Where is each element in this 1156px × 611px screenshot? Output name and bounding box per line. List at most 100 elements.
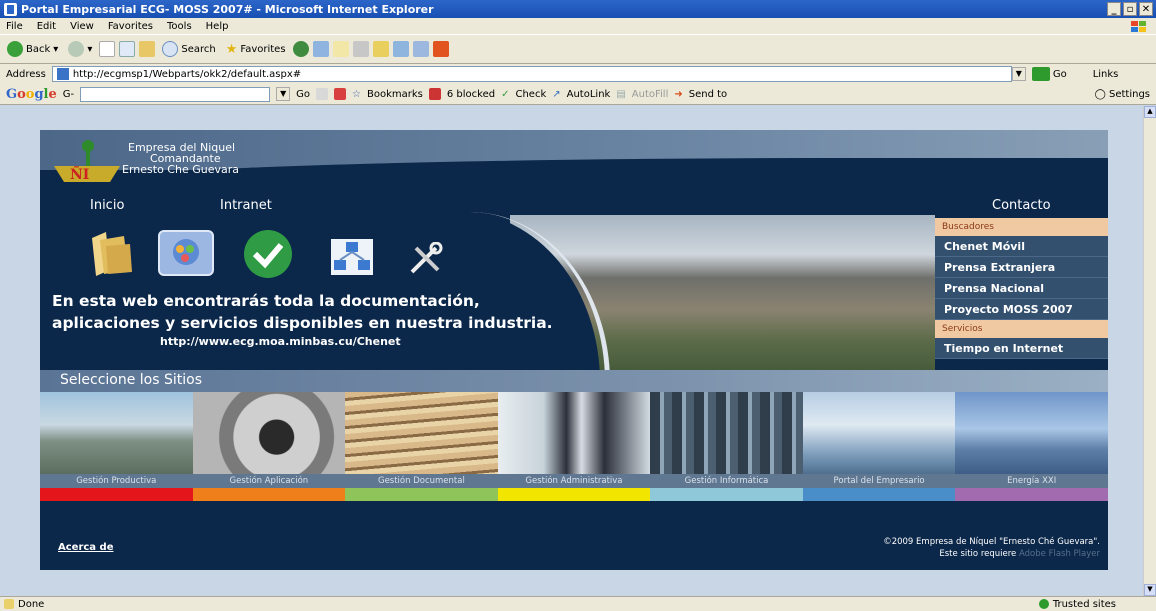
print-icon[interactable] xyxy=(352,41,369,57)
popup-blocker-icon xyxy=(428,88,441,100)
close-button[interactable]: ✕ xyxy=(1139,2,1153,16)
go-button[interactable]: Go xyxy=(1031,67,1067,81)
energy-image xyxy=(955,392,1108,474)
safe-dial-image xyxy=(192,392,346,474)
forward-arrow-icon xyxy=(68,41,85,57)
address-url: http://ecgmsp1/Webparts/okk2/default.asp… xyxy=(72,68,302,80)
server-room-image xyxy=(650,392,803,474)
tile-gestion-informatica[interactable]: Gestión Informática xyxy=(650,392,803,502)
autofill-button[interactable]: AutoFill xyxy=(632,89,669,100)
menu-file[interactable]: File xyxy=(6,21,23,32)
menu-help[interactable]: Help xyxy=(206,21,229,32)
logo-line-3: Ernesto Che Guevara xyxy=(122,163,239,176)
company-logo: ÑI xyxy=(54,140,120,183)
logo-text: Empresa del Niquel Comandante Ernesto Ch… xyxy=(122,142,239,175)
windows-logo-icon xyxy=(1131,21,1146,32)
hero-message: En esta web encontrarás toda la document… xyxy=(52,290,553,334)
page-icon xyxy=(56,68,69,80)
hero-url[interactable]: http://www.ecg.moa.minbas.cu/Chenet xyxy=(160,335,401,348)
minimize-button[interactable]: _ xyxy=(1107,2,1121,16)
scroll-up-button[interactable]: ▲ xyxy=(1144,106,1156,118)
tile-color-strip xyxy=(955,488,1108,501)
google-go-button[interactable]: Go xyxy=(296,89,310,100)
folder-icon[interactable] xyxy=(86,230,136,278)
side-item-chenet-movil[interactable]: Chenet Móvil xyxy=(935,236,1108,257)
google-search-dropdown[interactable]: ▼ xyxy=(276,87,291,101)
about-link[interactable]: Acerca de xyxy=(58,542,113,553)
research-icon[interactable] xyxy=(412,41,429,57)
tile-gestion-productiva[interactable]: Gestión Productiva xyxy=(40,392,193,502)
mail-icon[interactable] xyxy=(332,41,349,57)
menu-view[interactable]: View xyxy=(70,21,94,32)
tile-color-strip xyxy=(40,488,193,501)
pagerank-icon xyxy=(316,88,329,100)
tile-color-strip xyxy=(650,488,803,501)
address-dropdown[interactable]: ▼ xyxy=(1011,67,1026,81)
check-button[interactable]: Check xyxy=(515,89,546,100)
users-icon[interactable] xyxy=(158,230,214,276)
nav-inicio[interactable]: Inicio xyxy=(90,198,124,213)
media-icon[interactable] xyxy=(292,41,309,57)
done-page-icon xyxy=(4,599,14,609)
checkmark-icon[interactable] xyxy=(240,228,296,280)
side-item-tiempo-internet[interactable]: Tiempo en Internet xyxy=(935,338,1108,359)
folder-icon[interactable] xyxy=(372,41,389,57)
copyright-text: ©2009 Empresa de Níquel "Ernesto Ché Gue… xyxy=(883,537,1100,547)
nav-intranet[interactable]: Intranet xyxy=(220,198,272,213)
tools-icon[interactable] xyxy=(408,242,444,276)
links-button[interactable]: Links xyxy=(1093,69,1119,80)
window-controls: _ ▫ ✕ xyxy=(1107,2,1153,16)
documents-stack-image xyxy=(345,392,498,474)
back-button[interactable]: Back ▾ xyxy=(4,41,61,57)
maximize-button[interactable]: ▫ xyxy=(1123,2,1137,16)
autolink-button[interactable]: AutoLink xyxy=(567,89,611,100)
menu-tools[interactable]: Tools xyxy=(167,21,192,32)
home-icon[interactable] xyxy=(139,41,156,57)
tile-color-strip xyxy=(802,488,956,501)
address-input[interactable]: http://ecgmsp1/Webparts/okk2/default.asp… xyxy=(51,66,1012,82)
spellcheck-icon: ✓ xyxy=(501,88,510,100)
sendto-icon: ➜ xyxy=(674,88,683,100)
tile-portal-empresario[interactable]: Portal del Empresario xyxy=(802,392,956,502)
bookmarks-button[interactable]: Bookmarks xyxy=(367,89,423,100)
stop-icon[interactable] xyxy=(99,41,116,57)
nav-contacto[interactable]: Contacto xyxy=(992,198,1051,213)
side-item-prensa-extranjera[interactable]: Prensa Extranjera xyxy=(935,257,1108,278)
news-icon[interactable] xyxy=(334,88,347,100)
svg-text:ÑI: ÑI xyxy=(70,164,89,183)
autofill-icon: ▤ xyxy=(616,88,626,100)
office-icon[interactable] xyxy=(432,41,449,57)
tile-gestion-administrativa[interactable]: Gestión Administrativa xyxy=(497,392,651,502)
side-item-prensa-nacional[interactable]: Prensa Nacional xyxy=(935,278,1108,299)
history-icon[interactable] xyxy=(312,41,329,57)
google-menu[interactable]: G- xyxy=(63,89,74,100)
address-bar: Address http://ecgmsp1/Webparts/okk2/def… xyxy=(0,64,1156,84)
network-icon[interactable] xyxy=(330,238,374,276)
site-tiles: Gestión Productiva Gestión Aplicación Ge… xyxy=(40,392,1108,502)
side-item-proyecto-moss[interactable]: Proyecto MOSS 2007 xyxy=(935,299,1108,320)
star-icon: ★ xyxy=(225,41,238,57)
scroll-down-button[interactable]: ▼ xyxy=(1144,584,1156,596)
tile-gestion-documental[interactable]: Gestión Documental xyxy=(345,392,498,502)
google-search-input[interactable] xyxy=(80,86,271,102)
menu-favorites[interactable]: Favorites xyxy=(108,21,153,32)
refresh-icon[interactable] xyxy=(119,41,136,57)
tile-gestion-aplicacion[interactable]: Gestión Aplicación xyxy=(192,392,346,502)
status-bar: Done Trusted sites xyxy=(0,596,1156,611)
settings-button[interactable]: ◯ Settings xyxy=(1095,89,1150,100)
flash-player-link[interactable]: Adobe Flash Player xyxy=(1019,549,1100,559)
popup-blocked-count[interactable]: 6 blocked xyxy=(447,89,495,100)
messenger-icon[interactable] xyxy=(392,41,409,57)
vertical-scrollbar[interactable]: ▲ ▼ xyxy=(1143,106,1156,596)
portal-page: ÑI Empresa del Niquel Comandante Ernesto… xyxy=(40,130,1108,570)
trusted-sites-icon xyxy=(1038,599,1049,609)
menu-edit[interactable]: Edit xyxy=(37,21,56,32)
industrial-plant-image xyxy=(40,392,193,474)
office-image xyxy=(802,392,956,474)
search-button[interactable]: Search xyxy=(159,41,218,57)
sendto-button[interactable]: Send to xyxy=(689,89,727,100)
favorites-button[interactable]: ★ Favorites xyxy=(223,42,289,57)
tile-energia-xxi[interactable]: Energía XXI xyxy=(955,392,1108,502)
standard-toolbar: Back ▾ ▾ Search ★ Favorites xyxy=(0,34,1156,64)
forward-button[interactable]: ▾ xyxy=(65,41,95,57)
